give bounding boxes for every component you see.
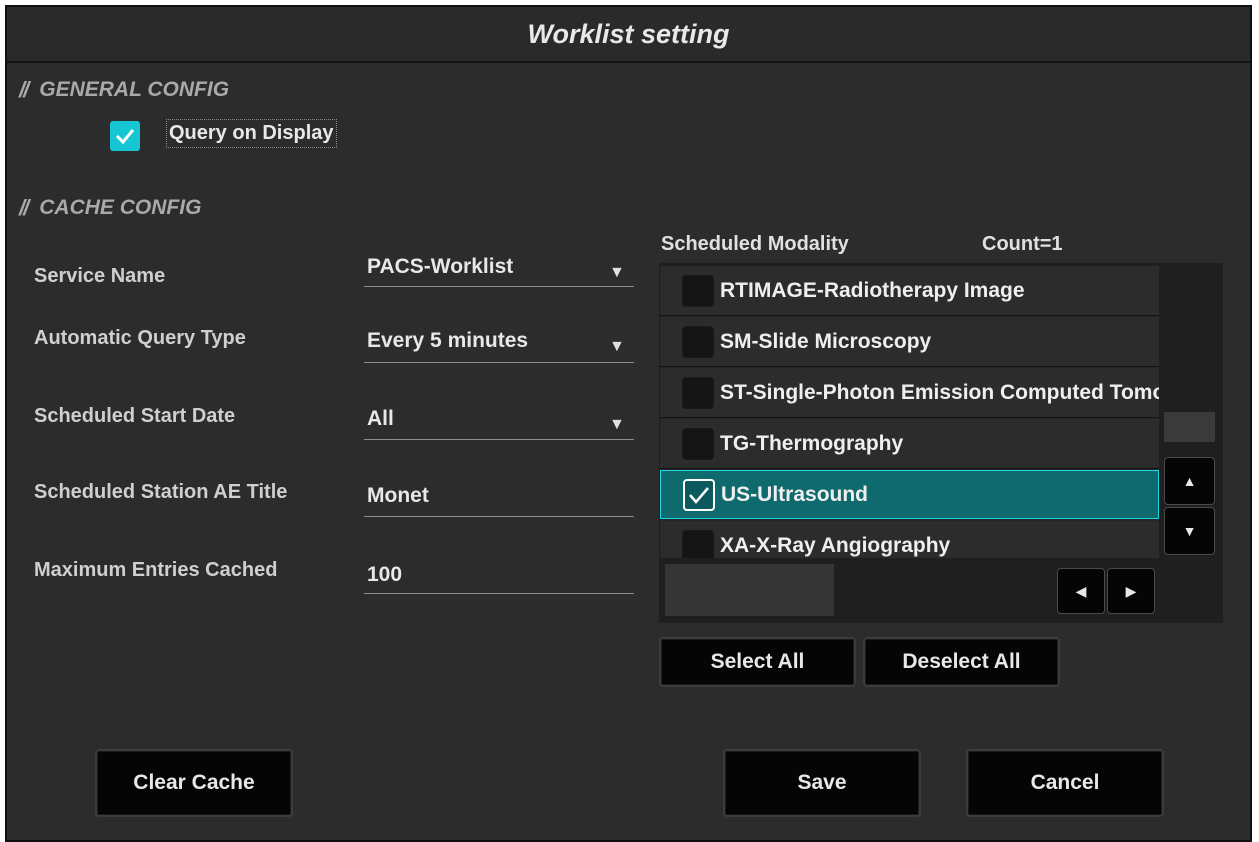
horizontal-scrollbar-thumb[interactable]: [665, 564, 834, 616]
vertical-scrollbar-thumb[interactable]: [1164, 412, 1215, 442]
deselect-all-button[interactable]: Deselect All: [863, 637, 1060, 687]
check-icon: [115, 129, 135, 145]
modality-checkbox[interactable]: [682, 274, 714, 307]
service-name-label: Service Name: [34, 265, 166, 287]
modality-item-st[interactable]: ST-Single-Photon Emission Computed Tomog…: [660, 368, 1159, 418]
dialog-title: Worklist setting: [527, 18, 730, 49]
scroll-right-button[interactable]: ▶: [1107, 568, 1155, 614]
dialog-titlebar: Worklist setting: [7, 7, 1250, 63]
modality-item-tg[interactable]: TG-Thermography: [660, 419, 1159, 469]
triangle-up-icon: ▲: [1182, 473, 1197, 489]
scheduled-start-date-underline: [364, 439, 634, 440]
modality-checkbox[interactable]: [682, 427, 714, 460]
modality-list[interactable]: RTIMAGE-Radiotherapy Image SM-Slide Micr…: [660, 266, 1159, 558]
scroll-up-button[interactable]: ▲: [1164, 457, 1215, 505]
modality-item-xa[interactable]: XA-X-Ray Angiography: [660, 521, 1159, 558]
modality-checkbox[interactable]: [682, 325, 714, 358]
modality-checkbox[interactable]: [682, 376, 714, 409]
worklist-setting-dialog: Worklist setting // GENERAL CONFIG Query…: [5, 5, 1252, 842]
modality-item-rtimage[interactable]: RTIMAGE-Radiotherapy Image: [660, 266, 1159, 316]
select-all-button[interactable]: Select All: [659, 637, 856, 687]
modality-item-label: ST-Single-Photon Emission Computed Tomog…: [720, 380, 1159, 404]
cancel-button[interactable]: Cancel: [966, 749, 1164, 817]
modality-checkbox[interactable]: [682, 529, 714, 558]
scheduled-station-ae-title-label: Scheduled Station AE Title: [34, 481, 288, 503]
scheduled-station-ae-title-input[interactable]: Monet: [367, 484, 429, 508]
maximum-entries-cached-input[interactable]: 100: [367, 563, 402, 587]
cache-config-header: CACHE CONFIG: [39, 196, 202, 219]
scheduled-station-ae-title-underline: [364, 516, 634, 517]
modality-item-label: SM-Slide Microscopy: [720, 329, 932, 353]
modality-item-us[interactable]: US-Ultrasound: [660, 470, 1159, 519]
dropdown-arrow-icon: ▼: [609, 264, 625, 281]
modality-item-label: US-Ultrasound: [721, 482, 868, 506]
service-name-dropdown[interactable]: PACS-Worklist ▼: [364, 247, 634, 289]
automatic-query-type-underline: [364, 362, 634, 363]
automatic-query-type-dropdown[interactable]: Every 5 minutes ▼: [364, 321, 634, 363]
check-icon: [689, 486, 709, 504]
query-on-display-label[interactable]: Query on Display: [166, 119, 337, 148]
scheduled-start-date-label: Scheduled Start Date: [34, 405, 236, 427]
modality-item-sm[interactable]: SM-Slide Microscopy: [660, 317, 1159, 367]
section-marker-icon: //: [19, 195, 29, 220]
scroll-down-button[interactable]: ▼: [1164, 507, 1215, 555]
cache-config-section: // CACHE CONFIG: [19, 195, 201, 221]
dropdown-arrow-icon: ▼: [609, 338, 625, 355]
scroll-left-button[interactable]: ◀: [1057, 568, 1105, 614]
modality-count: Count=1: [982, 233, 1063, 255]
query-on-display-checkbox[interactable]: [110, 121, 140, 151]
general-config-section: // GENERAL CONFIG: [19, 77, 229, 103]
maximum-entries-cached-underline: [364, 593, 634, 594]
service-name-value: PACS-Worklist: [367, 255, 514, 278]
modality-item-label: RTIMAGE-Radiotherapy Image: [720, 278, 1025, 302]
general-config-header: GENERAL CONFIG: [39, 78, 230, 101]
section-marker-icon: //: [19, 77, 29, 102]
automatic-query-type-value: Every 5 minutes: [367, 329, 529, 352]
triangle-down-icon: ▼: [1182, 523, 1197, 539]
clear-cache-button[interactable]: Clear Cache: [95, 749, 293, 817]
modality-item-label: XA-X-Ray Angiography: [720, 533, 951, 557]
scheduled-modality-header: Scheduled Modality: [661, 233, 849, 255]
modality-checkbox[interactable]: [683, 478, 715, 511]
triangle-right-icon: ▶: [1125, 582, 1137, 599]
service-name-underline: [364, 286, 634, 287]
save-button[interactable]: Save: [723, 749, 921, 817]
scheduled-start-date-dropdown[interactable]: All ▼: [364, 399, 634, 441]
triangle-left-icon: ◀: [1075, 582, 1087, 599]
automatic-query-type-label: Automatic Query Type: [34, 327, 246, 349]
maximum-entries-cached-label: Maximum Entries Cached: [34, 559, 278, 581]
dropdown-arrow-icon: ▼: [609, 416, 625, 433]
scheduled-start-date-value: All: [367, 407, 394, 430]
modality-item-label: TG-Thermography: [720, 431, 904, 455]
